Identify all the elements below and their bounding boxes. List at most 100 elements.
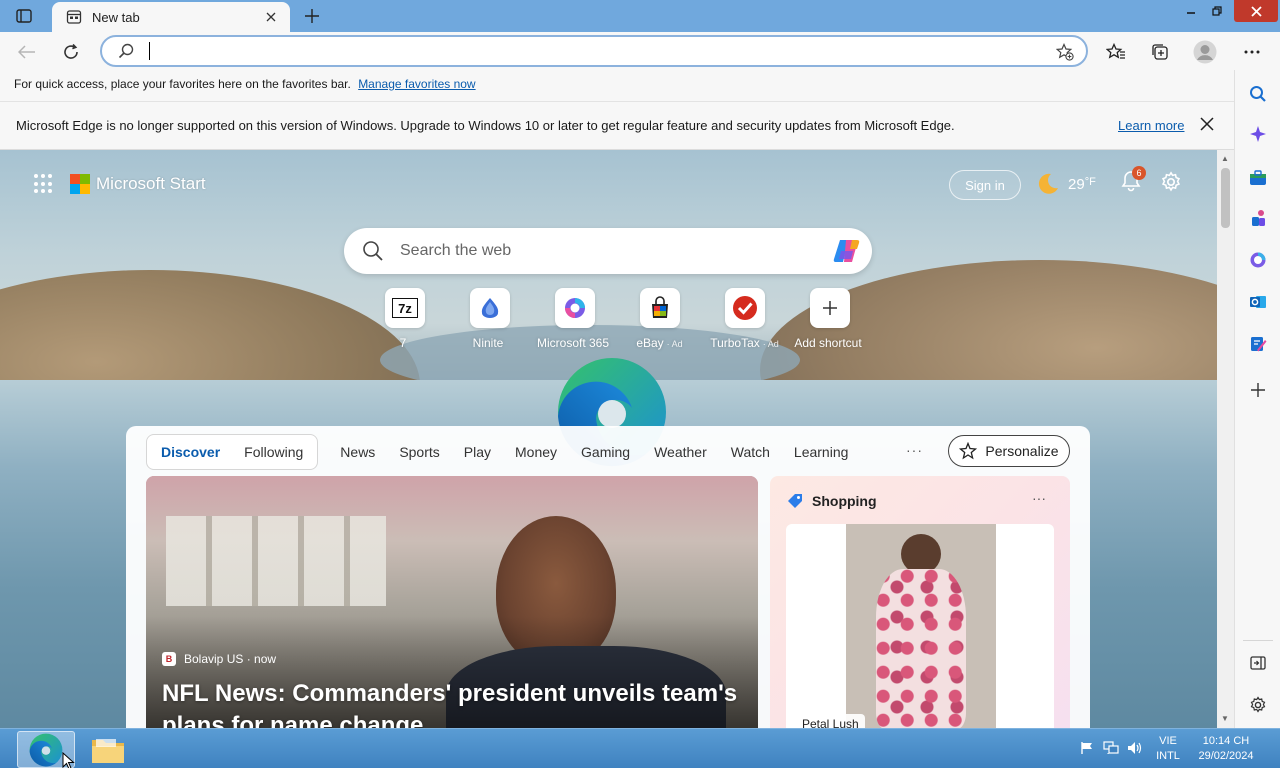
close-tab-button[interactable] [262, 8, 280, 26]
shopping-card: Shopping ··· Petal Lush [770, 476, 1070, 728]
shortcut-label: Ninite [472, 336, 504, 350]
add-shortcut-tile[interactable]: Add shortcut [787, 288, 872, 350]
notifications-button[interactable]: 6 [1120, 166, 1146, 196]
scroll-up-arrow-icon[interactable]: ▲ [1221, 154, 1229, 163]
collections-icon [1152, 44, 1168, 60]
network-icon[interactable] [1100, 737, 1122, 759]
taskbar-explorer-button[interactable] [86, 732, 130, 767]
turbotax-icon [724, 288, 765, 328]
shortcut-tile[interactable]: eBay · Ad [617, 288, 702, 350]
close-icon [1200, 117, 1214, 131]
profile-button[interactable] [1192, 39, 1218, 65]
shortcut-label: eBay [636, 336, 664, 350]
shortcut-label: TurboTax [710, 336, 760, 350]
manage-favorites-link[interactable]: Manage favorites now [358, 77, 475, 91]
shortcut-tile[interactable]: 7z 7 [362, 288, 447, 350]
volume-icon[interactable] [1124, 737, 1146, 759]
settings-and-more-button[interactable] [1239, 39, 1265, 65]
address-bar[interactable] [100, 35, 1088, 67]
copilot-icon[interactable] [832, 237, 862, 265]
feed-tabs: Discover Following News Sports Play Mone… [146, 434, 860, 470]
learn-more-link[interactable]: Learn more [1118, 118, 1184, 133]
sidebar-copilot-button[interactable] [1246, 122, 1270, 146]
tab-discover[interactable]: Discover [149, 434, 232, 470]
sidebar-designer-button[interactable] [1246, 332, 1270, 356]
collections-button[interactable] [1147, 39, 1173, 65]
tab-following[interactable]: Following [232, 434, 315, 470]
sidebar-m365-button[interactable] [1246, 248, 1270, 272]
close-icon [1250, 5, 1262, 17]
back-arrow-icon [18, 45, 35, 59]
tab-gaming[interactable]: Gaming [569, 434, 642, 470]
article-headline[interactable]: NFL News: Commanders' president unveils … [162, 678, 742, 728]
restore-button[interactable] [1206, 0, 1228, 22]
personalize-button[interactable]: Personalize [948, 435, 1070, 467]
sidebar-settings-button[interactable] [1246, 693, 1270, 717]
sidebar-add-button[interactable] [1246, 378, 1270, 402]
dismiss-notice-button[interactable] [1200, 117, 1214, 134]
7zip-icon: 7z [384, 288, 425, 328]
temperature: 29 [1068, 175, 1085, 193]
source-logo-icon: B [162, 652, 176, 666]
tab-play[interactable]: Play [452, 434, 503, 470]
minimize-button[interactable] [1180, 0, 1202, 22]
back-button[interactable] [14, 39, 40, 65]
text-caret [149, 42, 150, 60]
hero-article-card[interactable]: B Bolavip US · now NFL News: Commanders'… [146, 476, 758, 728]
sparkle-pen-icon [959, 442, 978, 460]
m365-icon [554, 288, 595, 328]
start-header: Microsoft Start [34, 172, 206, 196]
plus-icon [305, 9, 319, 23]
active-tab[interactable]: New tab [52, 2, 290, 32]
page-scrollbar[interactable]: ▲ ▼ [1217, 150, 1234, 728]
refresh-button[interactable] [58, 39, 84, 65]
tab-actions-icon [16, 9, 32, 23]
more-tabs-button[interactable]: ··· [906, 442, 923, 458]
shopping-more-button[interactable]: ··· [1032, 490, 1046, 506]
source-name: Bolavip US · now [184, 652, 277, 666]
product-card[interactable]: Petal Lush [786, 524, 1054, 728]
action-center-flag-icon[interactable] [1076, 737, 1098, 759]
web-search-input[interactable] [400, 240, 820, 262]
tab-money[interactable]: Money [503, 434, 569, 470]
shortcut-label: Add shortcut [794, 336, 862, 350]
app-launcher-icon[interactable] [34, 174, 54, 194]
clock-time: 10:14 CH [1202, 735, 1250, 747]
sidebar-outlook-button[interactable] [1246, 290, 1270, 314]
new-tab-button[interactable] [301, 5, 323, 27]
address-input[interactable] [148, 41, 1048, 61]
search-icon [362, 240, 384, 265]
browser-toolbar [0, 32, 1280, 70]
news-feed: Discover Following News Sports Play Mone… [126, 426, 1090, 728]
shortcut-label: Microsoft 365 [536, 336, 610, 350]
tab-actions-button[interactable] [12, 6, 36, 26]
scroll-down-arrow-icon[interactable]: ▼ [1221, 714, 1229, 723]
input-language-indicator[interactable]: VIE INTL [1152, 734, 1184, 764]
feed-segment-control: Discover Following [146, 434, 319, 470]
tab-news[interactable]: News [328, 434, 387, 470]
m365-icon [1250, 252, 1266, 268]
favorites-bar: For quick access, place your favorites h… [0, 70, 1234, 102]
sidebar-tools-button[interactable] [1246, 166, 1270, 190]
tab-sports[interactable]: Sports [387, 434, 451, 470]
shortcut-tile[interactable]: Microsoft 365 [532, 288, 617, 350]
new-tab-page: Microsoft Start Sign in 29°F 6 7z 7 [0, 150, 1217, 728]
tab-learning[interactable]: Learning [782, 434, 861, 470]
web-search-box[interactable] [344, 228, 872, 274]
favorites-button[interactable] [1103, 39, 1129, 65]
page-settings-button[interactable] [1160, 171, 1184, 195]
sidebar-search-button[interactable] [1246, 82, 1270, 106]
sidebar-games-button[interactable] [1246, 206, 1270, 230]
sign-in-button[interactable]: Sign in [949, 170, 1021, 200]
hide-sidebar-button[interactable] [1246, 651, 1270, 675]
close-window-button[interactable] [1234, 0, 1278, 22]
shortcut-tile[interactable]: Ninite [447, 288, 532, 350]
tab-watch[interactable]: Watch [719, 434, 782, 470]
weather-widget[interactable]: 29 °F [1036, 170, 1096, 198]
brand-title[interactable]: Microsoft Start [96, 174, 206, 194]
tab-weather[interactable]: Weather [642, 434, 719, 470]
scrollbar-thumb[interactable] [1221, 168, 1230, 228]
add-favorite-icon[interactable] [1055, 43, 1074, 64]
shortcut-tile[interactable]: TurboTax · Ad [702, 288, 787, 350]
system-clock[interactable]: 10:14 CH 29/02/2024 [1192, 734, 1260, 764]
